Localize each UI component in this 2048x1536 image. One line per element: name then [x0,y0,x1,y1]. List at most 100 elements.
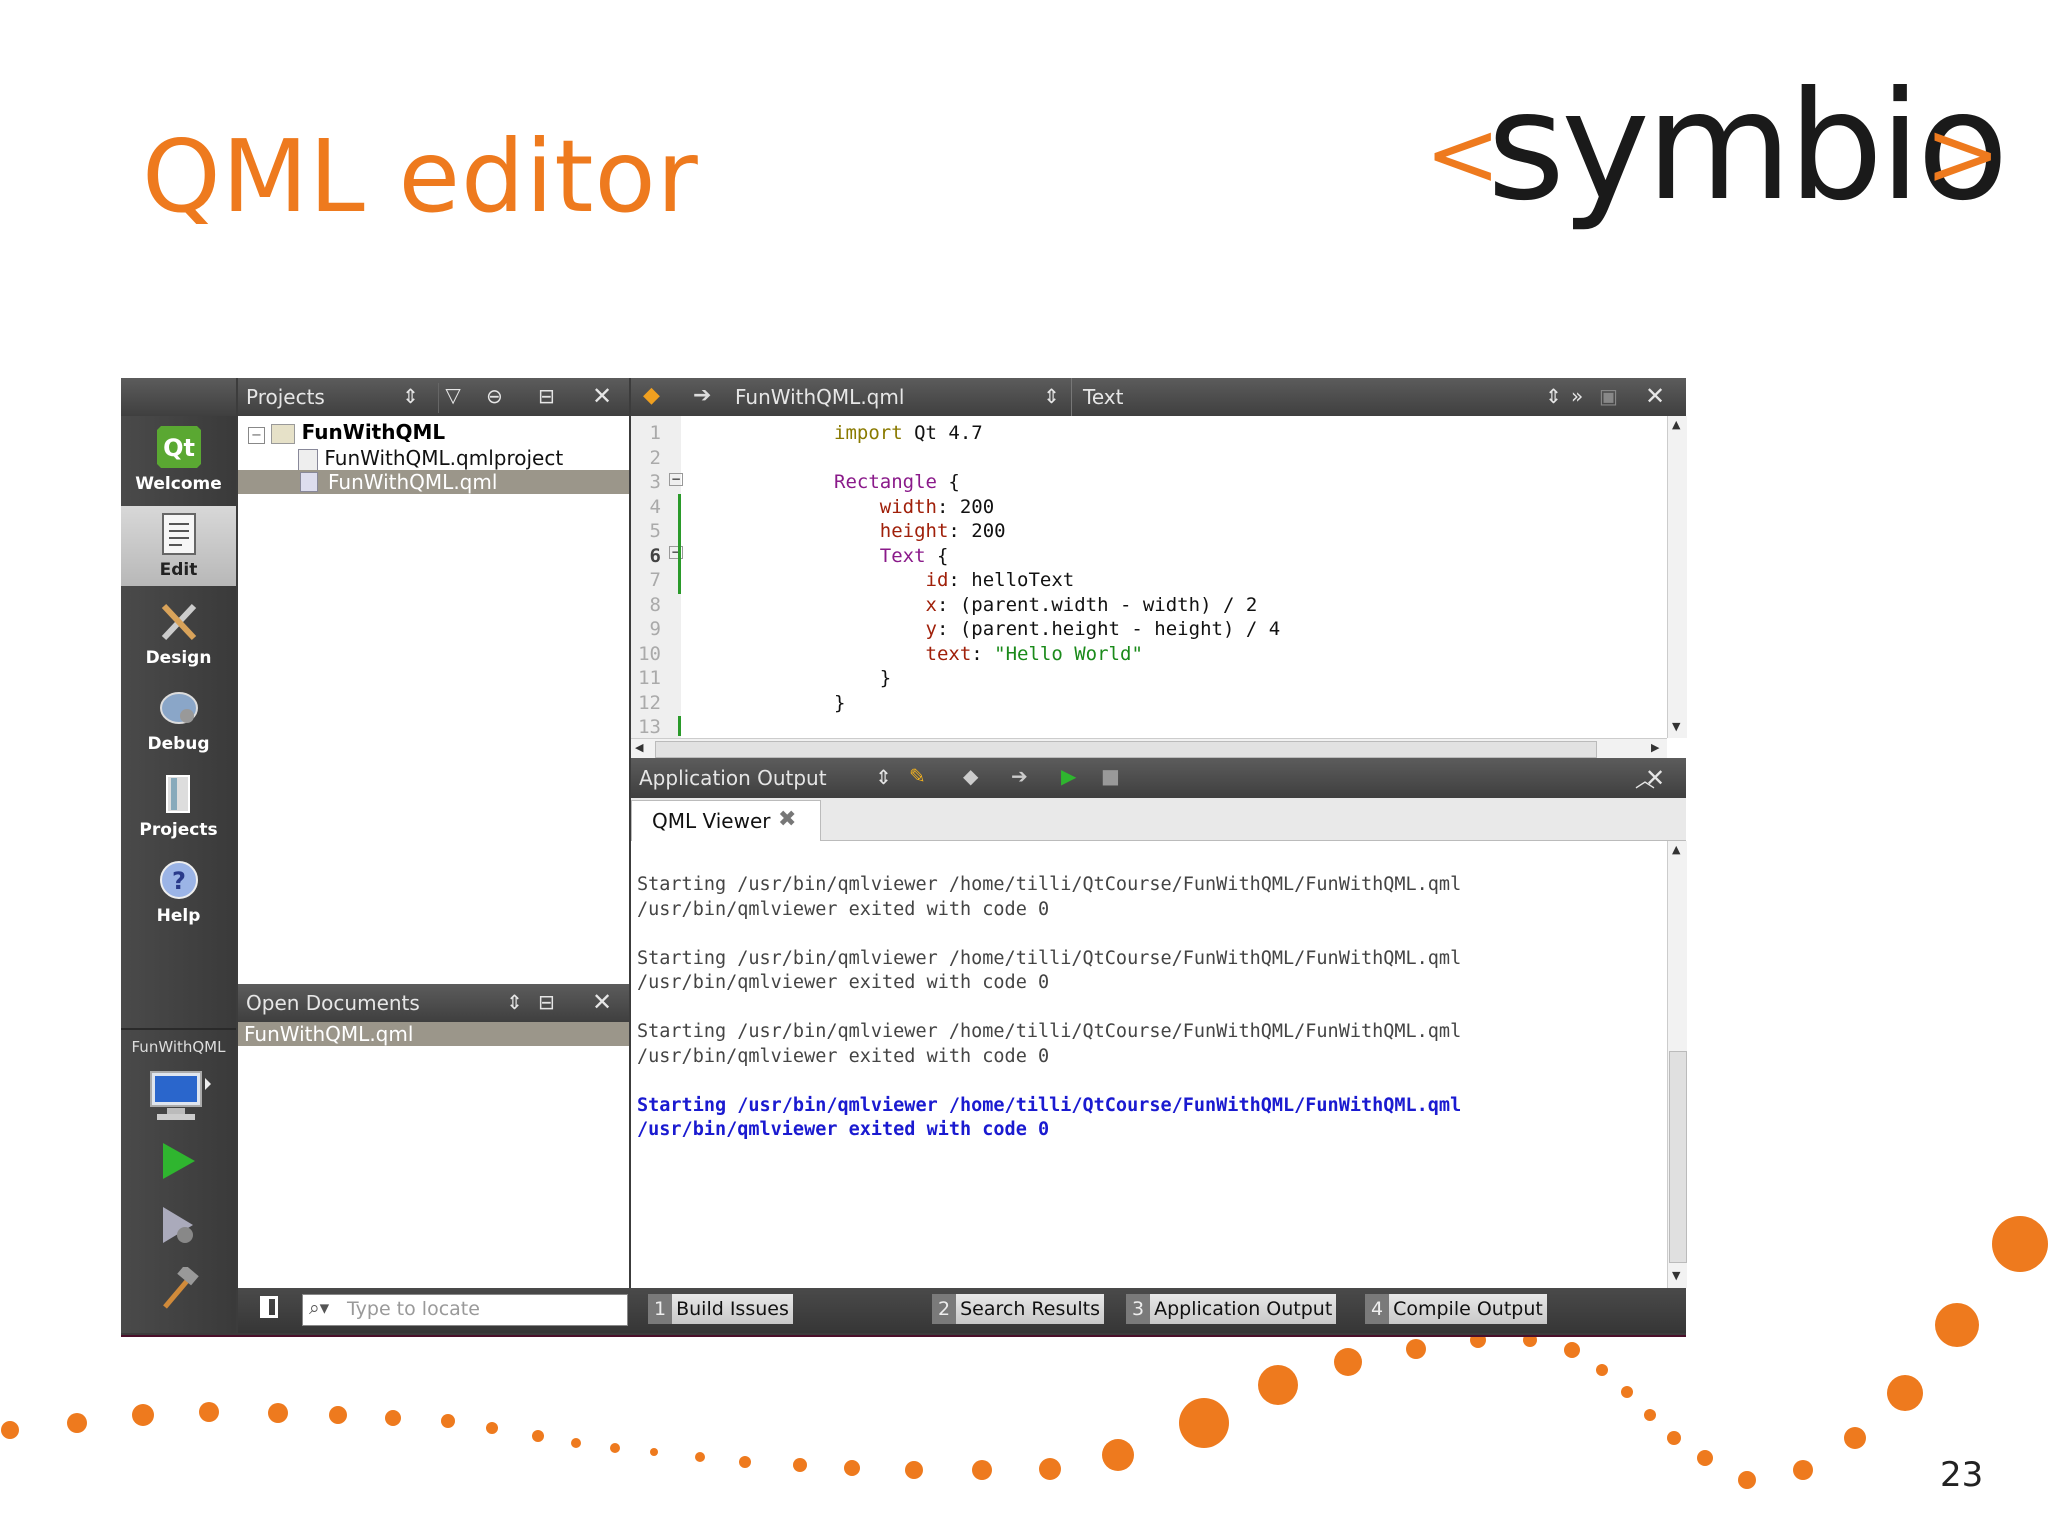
open-document-item[interactable]: FunWithQML.qml [238,1022,629,1046]
line-number: 3 [649,471,661,493]
split-icon[interactable]: ⊟ [538,384,555,408]
selector-updown-icon[interactable]: ⇕ [402,384,419,408]
svg-text:Qt: Qt [163,434,195,462]
output-panel-title[interactable]: Application Output [639,766,827,790]
mode-edit[interactable]: Edit [121,506,236,586]
code-token: x [925,593,937,616]
code-token: import [834,422,903,444]
scroll-right-icon[interactable]: ▶ [1651,741,1659,754]
bottom-tab-search-results[interactable]: 2 Search Results [932,1294,1105,1324]
code-token: Qt 4.7 [902,422,983,444]
mode-label: Edit [159,560,198,580]
tree-item-qmlproject[interactable]: FunWithQML.qmlproject [298,446,563,471]
hammer-icon [163,1264,199,1309]
output-tab-bar: QML Viewer ✖ [631,798,1686,841]
tab-label: Build Issues [676,1298,789,1320]
tree-item-qml-selected[interactable]: FunWithQML.qml [238,470,629,494]
code-token: } [834,691,846,714]
close-icon[interactable]: ✕ [1645,382,1665,410]
bottom-tab-application-output[interactable]: 3 Application Output [1126,1294,1337,1324]
open-documents-selector[interactable]: Open Documents [246,991,420,1015]
more-icon[interactable]: » [1571,384,1583,408]
build-button[interactable] [159,1264,199,1315]
tree-item-label: FunWithQML [301,420,446,444]
code-token: : (parent.height - height) / 4 [936,618,1281,640]
symbio-logo: < symbio > [1425,40,2009,234]
projects-book-icon [165,775,190,813]
scrollbar-thumb[interactable] [1669,1051,1687,1263]
scroll-up-icon[interactable]: ▲ [1672,418,1680,431]
debug-run-button[interactable] [159,1205,199,1249]
mode-design[interactable]: Design [121,600,236,680]
link-icon[interactable]: ⊖ [486,384,503,408]
output-line-current: /usr/bin/qmlviewer exited with code 0 [637,1119,1050,1140]
previous-icon[interactable]: ◆ [963,764,978,788]
output-vertical-scrollbar[interactable]: ▲ ▼ [1667,841,1687,1288]
split-icon[interactable]: ⊟ [538,990,555,1014]
line-number: 4 [649,495,661,518]
bottom-tab-build-issues[interactable]: 1 Build Issues [648,1294,793,1324]
application-output: Starting /usr/bin/qmlviewer /home/tilli/… [631,841,1687,1288]
scroll-down-icon[interactable]: ▼ [1672,720,1680,733]
code-editor[interactable]: 1 2 3 4 5 6 7 8 9 10 11 12 13 − − import… [631,416,1687,759]
target-selector[interactable] [149,1068,213,1128]
close-icon[interactable]: ✕ [592,988,612,1016]
tree-item-project[interactable]: − FunWithQML [248,420,445,444]
tab-qml-viewer[interactable]: QML Viewer ✖ [631,800,821,841]
mode-label: Welcome [135,474,222,494]
run-button[interactable] [159,1141,199,1185]
code-token: id [925,569,949,591]
fold-marker-icon[interactable]: − [669,473,684,486]
selector-updown-icon[interactable]: ⇕ [1043,384,1060,408]
collapse-icon[interactable]: − [248,427,265,444]
rerun-icon[interactable]: ▶ [1061,764,1076,788]
line-number: 1 [649,422,661,444]
selector-updown-icon[interactable]: ⇕ [1545,384,1562,408]
code-token: "Hello World" [994,642,1143,665]
code-token: width [879,495,937,518]
stop-icon[interactable]: ■ [1101,764,1120,788]
code-content: import Qt 4.7 Rectangle { width: 200 hei… [834,422,1281,714]
mode-help[interactable]: ? Help [121,858,236,938]
editor-vertical-scrollbar[interactable]: ▲ ▼ [1667,416,1687,738]
close-icon[interactable]: ✕ [592,382,612,410]
status-bar: ⌕▾ Type to locate 1 Build Issues 2 Search … [238,1288,1686,1333]
code-token: Rectangle [834,471,937,493]
forward-arrow-icon[interactable]: ➔ [693,383,711,408]
clear-output-icon[interactable]: ✎ [909,764,926,788]
bottom-tab-compile-output[interactable]: 4 Compile Output [1365,1294,1547,1324]
editor-horizontal-scrollbar[interactable]: ◀ ▶ [631,738,1667,759]
svg-text:?: ? [172,867,186,895]
line-number: 11 [638,667,661,689]
projects-selector[interactable]: Projects [246,385,325,409]
mode-debug[interactable]: Debug [121,686,236,766]
mode-welcome[interactable]: Qt Welcome [121,424,236,506]
symbol-selector[interactable]: Text [1083,385,1123,409]
back-arrow-icon[interactable]: ◆ [643,383,660,408]
mode-projects[interactable]: Projects [121,772,236,852]
tab-label: QML Viewer [652,809,771,833]
scroll-up-icon[interactable]: ▲ [1672,843,1680,856]
filter-icon[interactable]: ▽ [438,383,475,413]
scroll-down-icon[interactable]: ▼ [1672,1269,1680,1282]
lock-icon[interactable]: ▣ [1599,384,1618,408]
editor-toolbar: ◆ ➔ FunWithQML.qml ⇕ Text ⇕ » ▣ ✕ [631,378,1686,416]
selector-updown-icon[interactable]: ⇕ [506,990,523,1014]
next-icon[interactable]: ➔ [1011,764,1028,788]
scrollbar-thumb[interactable] [655,741,1597,758]
close-icon[interactable]: ✕ [1645,764,1665,792]
close-tab-icon[interactable]: ✖ [778,807,796,832]
selector-updown-icon[interactable]: ⇕ [875,765,892,789]
code-token: y [925,618,937,640]
locator-input[interactable]: ⌕▾ Type to locate [302,1294,628,1326]
mode-label: Help [156,906,201,926]
computer-monitor-icon [150,1071,211,1120]
line-number-current: 6 [649,544,661,567]
qt-logo-icon: Qt [156,426,201,468]
locator-placeholder: Type to locate [347,1298,480,1320]
file-selector[interactable]: FunWithQML.qml [735,385,904,409]
scroll-left-icon[interactable]: ◀ [635,741,643,754]
mode-label: Projects [139,820,218,840]
code-token: : 200 [936,495,995,518]
sidebar-toggle-icon[interactable] [260,1296,278,1318]
